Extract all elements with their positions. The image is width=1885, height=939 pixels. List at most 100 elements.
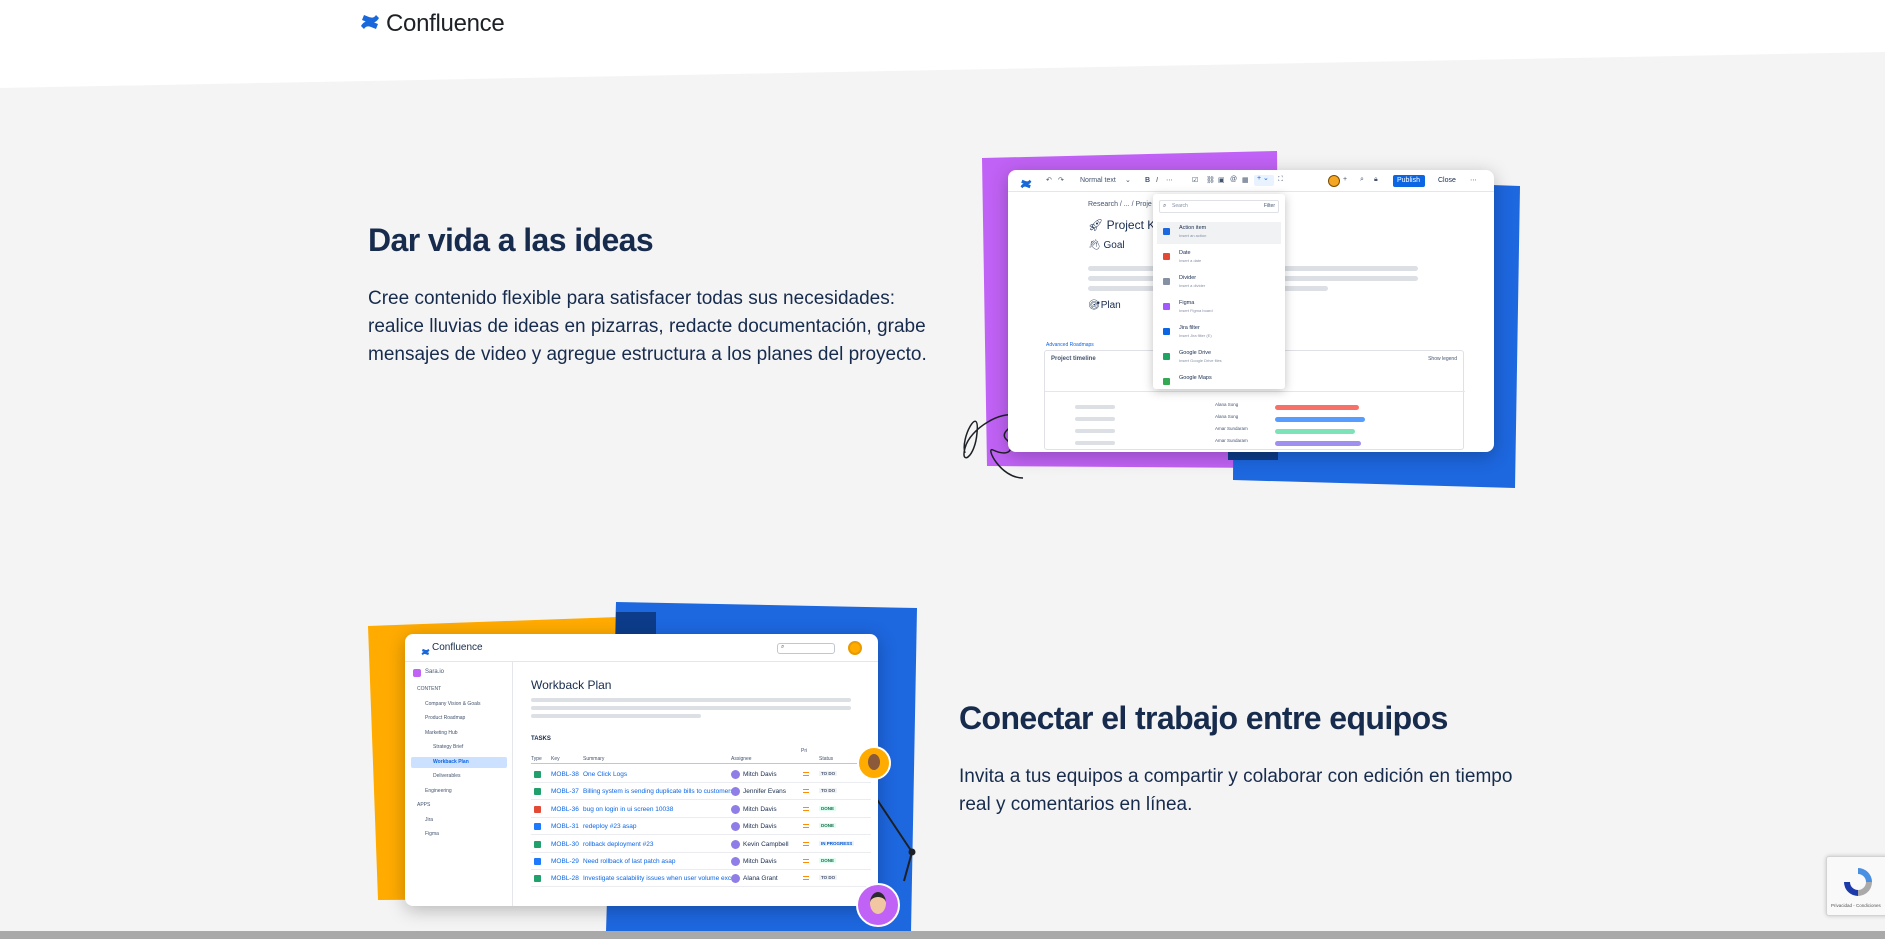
issue-summary[interactable]: redeploy #23 asap bbox=[583, 823, 637, 830]
app-name[interactable]: Confluence bbox=[432, 642, 483, 653]
menu-item-icon bbox=[1163, 303, 1170, 310]
sidebar-item[interactable]: Workback Plan bbox=[411, 756, 507, 768]
insert-search-input[interactable]: ⌕ Search Filter bbox=[1159, 200, 1279, 213]
status-badge: TO DO bbox=[819, 771, 838, 776]
insert-menu-item[interactable]: Google Drive Insert Google Drive files bbox=[1157, 347, 1281, 369]
sidebar-item-label: Marketing Hub bbox=[425, 729, 458, 736]
insert-menu-item[interactable]: Divider Insert a divider bbox=[1157, 272, 1281, 294]
table-row[interactable]: MOBL-29 Need rollback of last patch asap M… bbox=[531, 853, 871, 870]
table-row[interactable]: MOBL-38 One Click Logs Mitch Davis TO DO bbox=[531, 766, 871, 783]
sidebar-item[interactable]: Strategy Brief bbox=[411, 742, 507, 753]
breadcrumb[interactable]: Research / ... / Proje bbox=[1088, 201, 1152, 208]
timeline-bar bbox=[1275, 405, 1359, 410]
priority-icon bbox=[803, 859, 809, 863]
menu-item-icon bbox=[1163, 353, 1170, 360]
tasks-table: Type Key Summary Assignee Pri Status MOB… bbox=[531, 748, 871, 900]
issue-summary[interactable]: Investigate scalability issues when user… bbox=[583, 875, 740, 882]
insert-menu-item[interactable]: Date Insert a date bbox=[1157, 247, 1281, 269]
assignee-name: Kevin Campbell bbox=[743, 840, 789, 848]
insert-plus-button[interactable]: + ⌄ bbox=[1254, 175, 1274, 186]
person-name: Amar Sundaram bbox=[1215, 438, 1248, 443]
issue-summary[interactable]: Billing system is sending duplicate bill… bbox=[583, 788, 734, 795]
insert-menu: ⌕ Search Filter Action item Insert an act… bbox=[1153, 194, 1285, 389]
issue-summary[interactable]: Need rollback of last patch asap bbox=[583, 858, 676, 865]
sidebar-item[interactable]: Engineering bbox=[411, 786, 507, 797]
recaptcha-badge[interactable]: Privacidad - Condiciones bbox=[1826, 856, 1885, 916]
issue-summary[interactable]: rollback deployment #23 bbox=[583, 841, 653, 848]
insert-menu-item[interactable]: Google Maps bbox=[1157, 372, 1281, 394]
sidebar-item[interactable]: Product Roadmap bbox=[411, 713, 507, 724]
site-logo[interactable]: Confluence bbox=[360, 10, 505, 38]
issue-key[interactable]: MOBL-28 bbox=[551, 875, 579, 882]
italic-icon[interactable]: I bbox=[1156, 177, 1158, 184]
menu-item-icon bbox=[1163, 228, 1170, 235]
image-icon[interactable]: ▣ bbox=[1218, 176, 1225, 184]
sidebar-item-label: Deliverables bbox=[433, 773, 461, 779]
insert-menu-item[interactable]: Figma Insert Figma board bbox=[1157, 297, 1281, 319]
add-collaborator-icon[interactable]: + bbox=[1343, 176, 1347, 183]
row-placeholder bbox=[1075, 405, 1115, 409]
avatar[interactable] bbox=[848, 641, 862, 655]
lock-icon[interactable]: 🔒︎ bbox=[1374, 176, 1378, 184]
close-button[interactable]: Close bbox=[1438, 177, 1456, 184]
issue-key[interactable]: MOBL-31 bbox=[551, 823, 579, 830]
insert-menu-item[interactable]: Jira filter Insert Jira filter (E) bbox=[1157, 322, 1281, 344]
menu-item-label: Divider bbox=[1179, 275, 1197, 281]
issue-key[interactable]: MOBL-30 bbox=[551, 841, 579, 848]
link-icon[interactable]: ⛓ bbox=[1206, 176, 1215, 184]
mention-icon[interactable]: @ bbox=[1230, 176, 1237, 183]
menu-item-label: Figma bbox=[1179, 300, 1195, 306]
space-icon bbox=[413, 669, 421, 677]
priority-icon bbox=[803, 841, 809, 846]
more-icon[interactable]: ⋯ bbox=[1470, 176, 1477, 184]
workback-mockup: Confluence ⌕ Sara.io CONTENT Company Visi… bbox=[360, 598, 960, 933]
assignee-name: Alana Grant bbox=[743, 875, 778, 883]
table-row[interactable]: MOBL-37 Billing system is sending duplica… bbox=[531, 783, 871, 801]
confluence-window: Confluence ⌕ Sara.io CONTENT Company Visi… bbox=[405, 634, 878, 906]
priority-icon bbox=[803, 772, 809, 776]
issue-key[interactable]: MOBL-36 bbox=[551, 806, 579, 813]
sidebar-item[interactable]: Figma bbox=[411, 829, 507, 840]
table-row[interactable]: MOBL-28 Investigate scalability issues wh… bbox=[531, 870, 871, 888]
publish-button[interactable]: Publish bbox=[1393, 175, 1425, 187]
issue-summary[interactable]: bug on login in ui screen 10038 bbox=[583, 806, 673, 813]
issue-summary[interactable]: One Click Logs bbox=[583, 771, 627, 778]
sidebar-item[interactable]: APPS bbox=[411, 800, 507, 811]
more-format-icon[interactable]: ⋯ bbox=[1166, 176, 1173, 184]
row-placeholder bbox=[1075, 429, 1115, 433]
expand-icon[interactable]: ⛶ bbox=[1278, 176, 1283, 184]
section-description-ideas: Cree contenido flexible para satisfacer … bbox=[368, 288, 927, 365]
confluence-small-icon bbox=[1020, 176, 1032, 194]
issue-key[interactable]: MOBL-29 bbox=[551, 858, 579, 865]
logo-wordmark: Confluence bbox=[386, 10, 505, 37]
sidebar: Sara.io CONTENT Company Vision & Goals Pro… bbox=[405, 662, 513, 906]
menu-item-icon bbox=[1163, 328, 1170, 335]
search-input[interactable]: ⌕ bbox=[777, 643, 835, 654]
table-row[interactable]: MOBL-36 bug on login in ui screen 10038 Mi… bbox=[531, 801, 871, 818]
sidebar-item[interactable]: Deliverables bbox=[411, 771, 507, 782]
sidebar-item[interactable]: Jira bbox=[411, 815, 507, 826]
table-row[interactable]: MOBL-31 redeploy #23 asap Mitch Davis DONE bbox=[531, 818, 871, 836]
checkbox-icon[interactable]: ☑ bbox=[1192, 176, 1198, 184]
search-icon[interactable]: ⌕ bbox=[1360, 176, 1364, 184]
sidebar-item[interactable]: CONTENT bbox=[411, 684, 507, 695]
bold-icon[interactable]: B bbox=[1145, 177, 1150, 184]
issue-key[interactable]: MOBL-37 bbox=[551, 788, 579, 795]
table-row[interactable]: MOBL-30 rollback deployment #23 Kevin Camp… bbox=[531, 836, 871, 853]
show-legend-button[interactable]: Show legend bbox=[1428, 356, 1457, 362]
table-icon[interactable]: ▦ bbox=[1242, 176, 1249, 184]
text-style-dropdown[interactable]: Normal text bbox=[1080, 177, 1116, 184]
undo-icon[interactable]: ↶ bbox=[1046, 176, 1052, 184]
horizontal-scrollbar[interactable] bbox=[0, 931, 1885, 939]
filter-button[interactable]: Filter bbox=[1264, 203, 1275, 209]
priority-icon bbox=[803, 824, 809, 829]
issue-key[interactable]: MOBL-38 bbox=[551, 771, 579, 778]
sidebar-item[interactable]: Marketing Hub bbox=[411, 728, 507, 739]
assignee-name: Jennifer Evans bbox=[743, 788, 786, 796]
space-name[interactable]: Sara.io bbox=[425, 669, 444, 675]
insert-menu-item[interactable]: Action item Insert an action bbox=[1157, 222, 1281, 244]
recaptcha-text[interactable]: Privacidad - Condiciones bbox=[1831, 903, 1881, 908]
redo-icon[interactable]: ↷ bbox=[1058, 176, 1064, 184]
person-name: Alana Song bbox=[1215, 414, 1239, 419]
sidebar-item[interactable]: Company Vision & Goals bbox=[411, 699, 507, 710]
